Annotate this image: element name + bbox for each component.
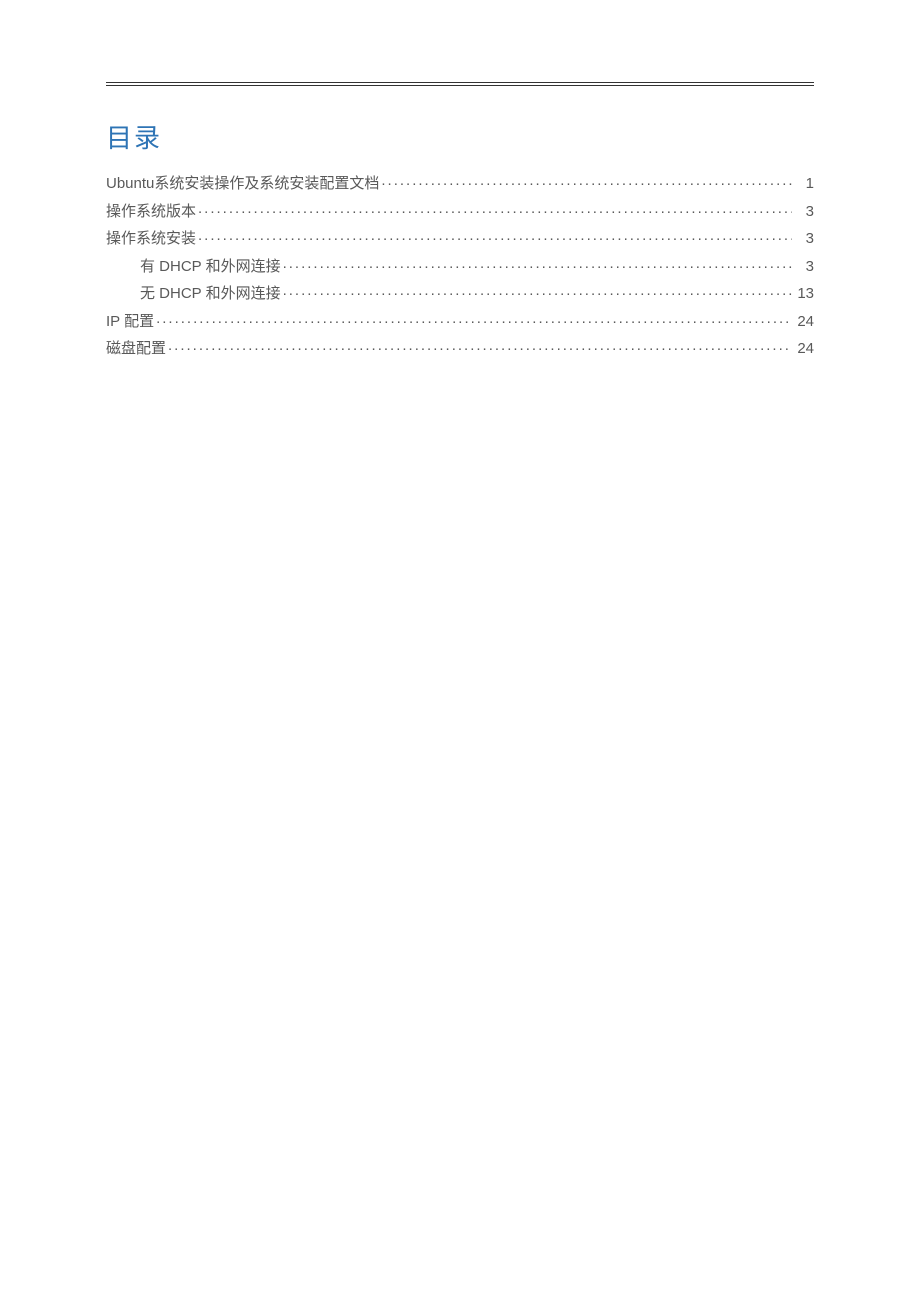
- toc-entry-title: Ubuntu系统安装操作及系统安装配置文档: [106, 171, 379, 197]
- toc-leader: [168, 338, 792, 353]
- toc-entry-title: 操作系统版本: [106, 199, 196, 225]
- toc-leader: [198, 228, 792, 243]
- table-of-contents: Ubuntu系统安装操作及系统安装配置文档 1 操作系统版本 3 操作系统安装 …: [106, 171, 814, 362]
- toc-leader: [283, 256, 792, 271]
- toc-entry[interactable]: Ubuntu系统安装操作及系统安装配置文档 1: [106, 171, 814, 197]
- toc-entry-page: 3: [794, 226, 814, 252]
- toc-leader: [156, 311, 792, 326]
- toc-entry-page: 3: [794, 199, 814, 225]
- toc-entry-title: 有 DHCP 和外网连接: [140, 254, 281, 280]
- toc-entry[interactable]: 操作系统版本 3: [106, 199, 814, 225]
- document-page: 目录 Ubuntu系统安装操作及系统安装配置文档 1 操作系统版本 3 操作系统…: [0, 0, 920, 1302]
- toc-leader: [198, 201, 792, 216]
- toc-entry[interactable]: 磁盘配置 24: [106, 336, 814, 362]
- toc-entry[interactable]: 有 DHCP 和外网连接 3: [106, 254, 814, 280]
- toc-heading: 目录: [106, 118, 814, 155]
- toc-entry-title: 磁盘配置: [106, 336, 166, 362]
- toc-entry[interactable]: IP 配置 24: [106, 309, 814, 335]
- toc-leader: [381, 173, 792, 188]
- toc-entry[interactable]: 无 DHCP 和外网连接 13: [106, 281, 814, 307]
- toc-entry-page: 3: [794, 254, 814, 280]
- toc-entry-page: 24: [794, 309, 814, 335]
- toc-entry-title: IP 配置: [106, 309, 154, 335]
- toc-entry-title: 无 DHCP 和外网连接: [140, 281, 281, 307]
- toc-leader: [283, 283, 792, 298]
- toc-entry-page: 24: [794, 336, 814, 362]
- toc-entry-page: 13: [794, 281, 814, 307]
- toc-entry-page: 1: [794, 171, 814, 197]
- toc-entry-title: 操作系统安装: [106, 226, 196, 252]
- header-rule: [106, 82, 814, 86]
- toc-entry[interactable]: 操作系统安装 3: [106, 226, 814, 252]
